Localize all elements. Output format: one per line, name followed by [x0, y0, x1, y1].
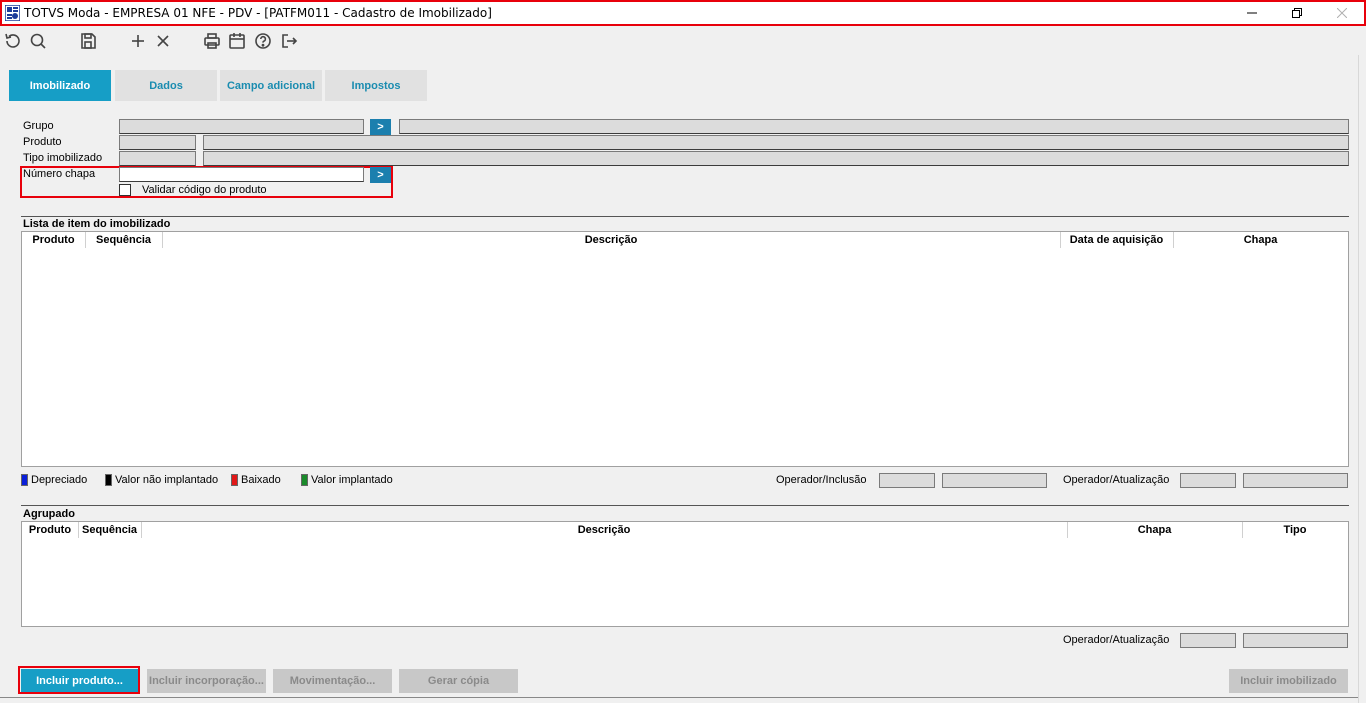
agrupado-section-divider — [21, 505, 1349, 506]
grupo-lookup-button[interactable]: > — [370, 119, 391, 135]
validar-codigo-label: Validar código do produto — [142, 184, 267, 196]
minimize-icon — [1247, 12, 1257, 14]
app-icon — [5, 5, 20, 21]
calendar-icon[interactable] — [227, 31, 247, 51]
grupo-code-field[interactable] — [119, 119, 364, 134]
operador-atualizacao-date-field — [1243, 473, 1348, 488]
close-button[interactable] — [1322, 3, 1362, 23]
legend-nao-implantado-label: Valor não implantado — [115, 474, 219, 486]
col-produto[interactable]: Produto — [22, 232, 85, 248]
incluir-imobilizado-button[interactable]: Incluir imobilizado — [1229, 669, 1348, 693]
tipo-imobilizado-description-field — [203, 151, 1349, 166]
incluir-produto-highlight — [18, 666, 140, 694]
agrupado-operador-date-field — [1243, 633, 1348, 648]
restore-button[interactable] — [1277, 3, 1317, 23]
agrupado-operador-label: Operador/Atualização — [1063, 634, 1170, 646]
agrupado-operador-field — [1180, 633, 1236, 648]
baixado-swatch — [231, 474, 238, 486]
delete-icon[interactable] — [153, 31, 173, 51]
agrupado-table[interactable]: Produto Sequência Descrição Chapa Tipo — [21, 521, 1349, 627]
numero-chapa-label: Número chapa — [23, 168, 96, 180]
operador-inclusao-date-field — [942, 473, 1047, 488]
movimentacao-button[interactable]: Movimentação... — [273, 669, 392, 693]
validar-codigo-checkbox[interactable] — [119, 184, 131, 196]
legend-implantado: Valor implantado — [301, 474, 393, 486]
tab-imobilizado[interactable]: Imobilizado — [9, 70, 111, 101]
search-icon[interactable] — [28, 31, 48, 51]
minimize-button[interactable] — [1232, 3, 1272, 23]
grupo-description-field — [399, 119, 1349, 134]
bottom-divider — [0, 697, 1358, 698]
agrupado-section-title: Agrupado — [23, 508, 75, 520]
col-sequencia[interactable]: Sequência — [78, 522, 141, 538]
tab-impostos[interactable]: Impostos — [325, 70, 427, 101]
numero-chapa-lookup-button[interactable]: > — [370, 167, 391, 183]
gerar-copia-button[interactable]: Gerar cópia — [399, 669, 518, 693]
help-icon[interactable] — [253, 31, 273, 51]
col-descricao[interactable]: Descrição — [141, 522, 1067, 538]
operador-atualizacao-label: Operador/Atualização — [1063, 474, 1170, 486]
operador-inclusao-field — [879, 473, 935, 488]
window-edge — [1358, 55, 1359, 703]
legend-depreciado-label: Depreciado — [31, 474, 88, 486]
produto-code-field[interactable] — [119, 135, 196, 150]
chevron-right-icon: > — [377, 121, 384, 133]
legend-nao-implantado: Valor não implantado — [105, 474, 218, 486]
legend-baixado: Baixado — [231, 474, 281, 486]
save-icon[interactable] — [78, 31, 98, 51]
legend-implantado-label: Valor implantado — [311, 474, 393, 486]
agrupado-table-header: Produto Sequência Descrição Chapa Tipo — [22, 522, 1348, 538]
col-produto[interactable]: Produto — [22, 522, 78, 538]
col-chapa[interactable]: Chapa — [1173, 232, 1348, 248]
depreciado-swatch — [21, 474, 28, 486]
incluir-incorporacao-button[interactable]: Incluir incorporação... — [147, 669, 266, 693]
col-descricao[interactable]: Descrição — [162, 232, 1060, 248]
undo-icon[interactable] — [2, 31, 22, 51]
produto-label: Produto — [23, 136, 62, 148]
legend-baixado-label: Baixado — [241, 474, 281, 486]
window-title-bar[interactable]: TOTVS Moda - EMPRESA 01 NFE - PDV - [PAT… — [0, 0, 1366, 26]
exit-icon[interactable] — [279, 31, 299, 51]
window-title: TOTVS Moda - EMPRESA 01 NFE - PDV - [PAT… — [24, 6, 492, 20]
lista-section-title: Lista de item do imobilizado — [23, 218, 171, 230]
col-data-aquisicao[interactable]: Data de aquisição — [1060, 232, 1173, 248]
legend-depreciado: Depreciado — [21, 474, 87, 486]
produto-description-field — [203, 135, 1349, 150]
close-icon — [1337, 8, 1347, 18]
tipo-imobilizado-code-field[interactable] — [119, 151, 196, 166]
add-icon[interactable] — [128, 31, 148, 51]
col-tipo[interactable]: Tipo — [1242, 522, 1348, 538]
operador-inclusao-label: Operador/Inclusão — [776, 474, 867, 486]
numero-chapa-input[interactable] — [119, 167, 364, 182]
implantado-swatch — [301, 474, 308, 486]
tipo-imobilizado-label: Tipo imobilizado — [23, 152, 103, 164]
tab-campo-adicional[interactable]: Campo adicional — [220, 70, 322, 101]
nao-implantado-swatch — [105, 474, 112, 486]
print-icon[interactable] — [202, 31, 222, 51]
chevron-right-icon: > — [377, 169, 384, 181]
operador-atualizacao-field — [1180, 473, 1236, 488]
lista-table-header: Produto Sequência Descrição Data de aqui… — [22, 232, 1348, 248]
col-sequencia[interactable]: Sequência — [85, 232, 162, 248]
col-chapa[interactable]: Chapa — [1067, 522, 1242, 538]
restore-icon — [1292, 8, 1302, 18]
tab-dados[interactable]: Dados — [115, 70, 217, 101]
grupo-label: Grupo — [23, 120, 54, 132]
toolbar — [0, 27, 1366, 55]
lista-section-divider — [21, 216, 1349, 217]
lista-items-table[interactable]: Produto Sequência Descrição Data de aqui… — [21, 231, 1349, 467]
